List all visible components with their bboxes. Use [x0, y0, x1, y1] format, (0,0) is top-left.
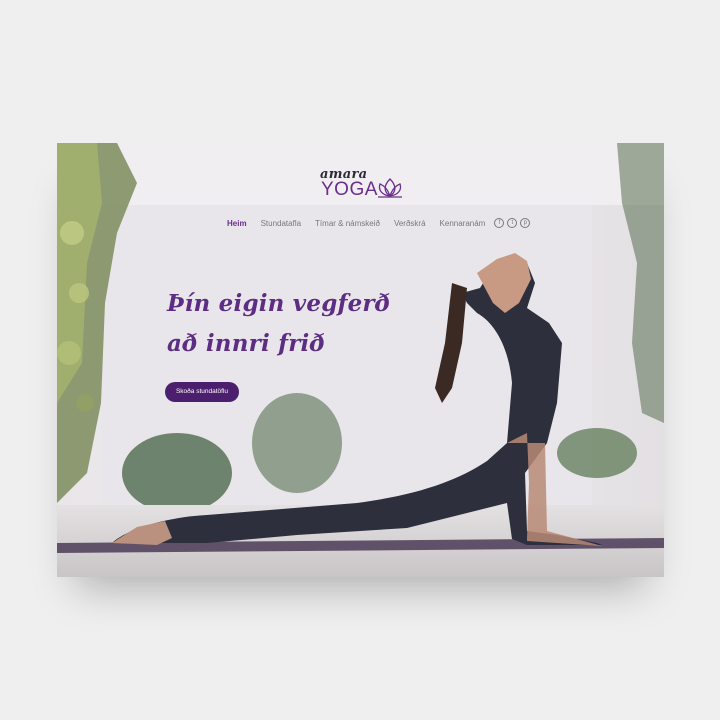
hero-headline-line-2: að innri frið	[167, 330, 325, 357]
main-navigation: Heim Stundatafla Tímar & námskeið Verðsk…	[227, 216, 531, 230]
social-links: f t p	[494, 218, 531, 228]
nav-item-pricing[interactable]: Verðskrá	[394, 219, 426, 228]
facebook-icon[interactable]: f	[494, 218, 505, 228]
view-schedule-button[interactable]: Skoða stundatöflu	[165, 382, 239, 402]
nav-item-schedule[interactable]: Stundatafla	[261, 219, 301, 228]
nav-item-home[interactable]: Heim	[227, 219, 247, 228]
pinterest-icon[interactable]: p	[520, 218, 531, 228]
lotus-icon	[378, 178, 402, 198]
logo-wordmark-big: YOGA	[321, 179, 378, 200]
nav-item-teacher-training[interactable]: Kennaranám	[440, 219, 486, 228]
hero-headline: Þín eigin vegferð að innri frið	[167, 284, 390, 364]
brand-logo[interactable]: amara YOGA	[318, 167, 408, 200]
twitter-icon[interactable]: t	[507, 218, 518, 228]
nav-item-classes[interactable]: Tímar & námskeið	[315, 219, 380, 228]
hero-headline-line-1: Þín eigin vegferð	[167, 290, 391, 317]
